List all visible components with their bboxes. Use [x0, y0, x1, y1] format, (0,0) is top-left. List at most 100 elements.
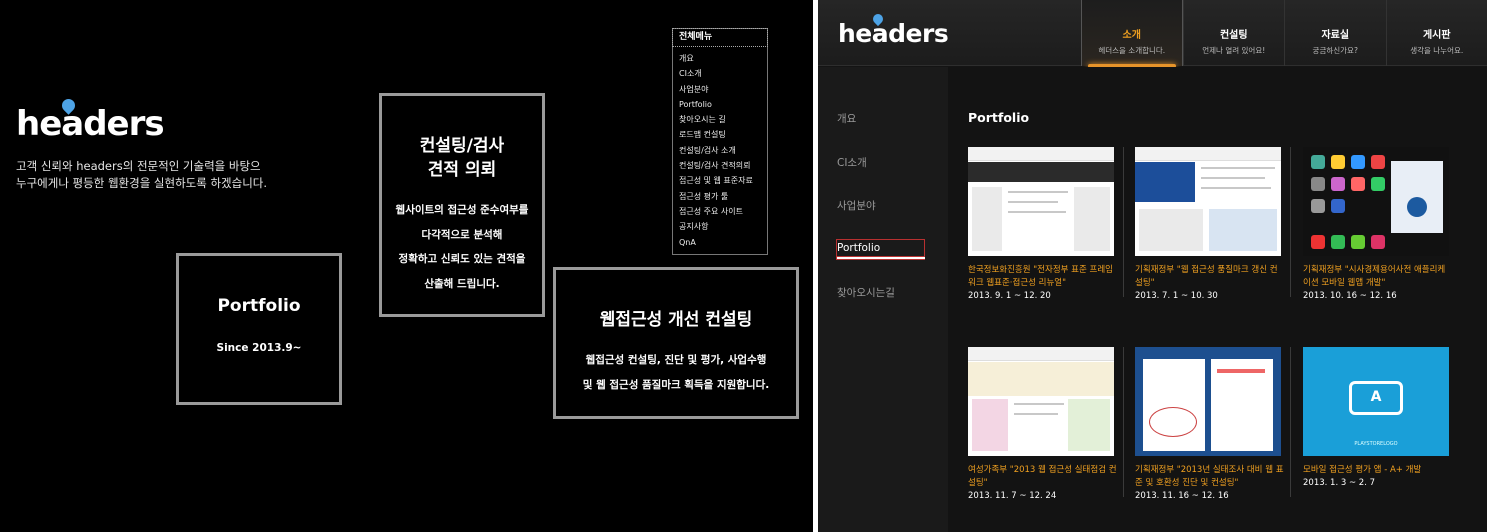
portfolio-box-body: Since 2013.9~ [216, 342, 302, 354]
all-menu-item[interactable]: 개요 [679, 51, 767, 66]
all-menu-item[interactable]: 컨설팅/검사 소개 [679, 143, 767, 158]
thumb-decoration [1201, 167, 1275, 169]
nav-label: 소개 [1122, 30, 1141, 41]
estimate-title-line: 컨설팅/검사 [419, 136, 505, 156]
portfolio-item[interactable]: 한국정보화진흥원 "전자정부 표준 프레임워크 웹표준·접근성 리뉴얼" 201… [968, 147, 1118, 303]
company-description: 고객 신뢰와 headers의 전문적인 기술력을 바탕으 누구에게나 평등한 … [16, 158, 336, 192]
thumb-decoration [1008, 211, 1066, 213]
app-icon [1311, 155, 1325, 169]
estimate-request-box[interactable]: 컨설팅/검사 견적 의뢰 웹사이트의 접근성 준수여부를 다각적으로 분석해 정… [379, 93, 545, 317]
all-menu-title: 전체메뉴 [672, 28, 768, 47]
all-menu-item[interactable]: 접근성 및 웹 표준자료 [679, 173, 767, 188]
portfolio-caption[interactable]: 기획재정부 "2013년 실태조사 대비 웹 표준 및 호환성 진단 및 컨설팅… [1135, 464, 1285, 490]
portfolio-item[interactable]: 기획재정부 "웹 접근성 품질마크 갱신 컨설팅" 2013. 7. 1 ~ 1… [1135, 147, 1285, 303]
app-icon [1351, 177, 1365, 191]
portfolio-box-title: Portfolio [217, 296, 301, 316]
thumb-decoration [968, 162, 1114, 182]
all-menu-item[interactable]: 접근성 평가 툴 [679, 189, 767, 204]
portfolio-thumbnail[interactable] [968, 347, 1114, 456]
side-item-overview[interactable]: 개요 [837, 111, 856, 126]
thumb-decoration [968, 347, 1114, 361]
consult-box-body: 웹접근성 컨설팅, 진단 및 평가, 사업수행 및 웹 접근성 품질마크 획득을… [556, 348, 796, 398]
portfolio-item[interactable]: 기획재정부 "2013년 실태조사 대비 웹 표준 및 호환성 진단 및 컨설팅… [1135, 347, 1285, 503]
thumb-decoration [1068, 399, 1110, 451]
all-menu-item[interactable]: 공지사항 [679, 219, 767, 234]
thumb-decoration [968, 362, 1114, 396]
thumb-decoration [1209, 209, 1277, 251]
thumb-decoration [1217, 369, 1265, 373]
nav-item-board[interactable]: 게시판 생각을 나누어요. [1385, 0, 1487, 66]
side-item-ci[interactable]: CI소개 [837, 155, 867, 170]
side-item-directions[interactable]: 찾아오시는길 [837, 285, 895, 300]
side-active-underline [837, 256, 925, 259]
all-menu-panel: 전체메뉴 개요 CI소개 사업분야 Portfolio 찾아오시는 길 로드맵 … [672, 28, 768, 255]
app-icon [1351, 155, 1365, 169]
all-menu-item[interactable]: CI소개 [679, 66, 767, 81]
thumb-decoration [1008, 191, 1068, 193]
portfolio-caption[interactable]: 한국정보화진흥원 "전자정부 표준 프레임워크 웹표준·접근성 리뉴얼" [968, 264, 1118, 290]
logo-text-post: ders [83, 104, 164, 144]
all-menu-item[interactable]: Portfolio [679, 97, 767, 112]
portfolio-caption[interactable]: 모바일 접근성 평가 앱 - A+ 개발 [1303, 464, 1453, 477]
portfolio-item[interactable]: 기획재정부 "시사경제용어사전 애플리케이션 모바일 웹앱 개발" 2013. … [1303, 147, 1453, 303]
estimate-title-line: 견적 의뢰 [427, 160, 497, 180]
portfolio-date: 2013. 11. 16 ~ 12. 16 [1135, 491, 1229, 501]
portfolio-caption[interactable]: 여성가족부 "2013 웹 접근성 실태점검 컨설팅" [968, 464, 1118, 490]
app-icon [1371, 235, 1385, 249]
nav-sublabel: 궁금하신가요? [1312, 46, 1358, 55]
headers-logo[interactable]: he aders [16, 96, 165, 144]
side-item-portfolio[interactable]: Portfolio [836, 239, 925, 260]
thumb-decoration [1135, 162, 1195, 202]
app-icon [1331, 199, 1345, 213]
portfolio-item[interactable]: A PLAYSTORELOGO 모바일 접근성 평가 앱 - A+ 개발 201… [1303, 347, 1453, 490]
all-menu-item[interactable]: 사업분야 [679, 82, 767, 97]
page-title: Portfolio [968, 110, 1030, 125]
report-page [1143, 359, 1205, 451]
app-icon [1371, 177, 1385, 191]
consult-body-line: 웹접근성 컨설팅, 진단 및 평가, 사업수행 [585, 354, 767, 366]
nav-item-about[interactable]: 소개 헤더스을 소개합니다. [1081, 0, 1183, 68]
portfolio-thumbnail[interactable] [968, 147, 1114, 256]
portfolio-thumbnail[interactable] [1135, 147, 1281, 256]
portfolio-caption[interactable]: 기획재정부 "시사경제용어사전 애플리케이션 모바일 웹앱 개발" [1303, 264, 1453, 290]
thumb-decoration [968, 147, 1114, 161]
thumb-decoration [1201, 187, 1271, 189]
app-icon [1331, 235, 1345, 249]
all-menu-item[interactable]: QnA [679, 235, 767, 250]
portfolio-date: 2013. 11. 7 ~ 12. 24 [968, 491, 1057, 501]
thumb-decoration [1149, 407, 1197, 437]
estimate-box-title: 컨설팅/검사 견적 의뢰 [382, 134, 542, 182]
portfolio-thumbnail[interactable]: A PLAYSTORELOGO [1303, 347, 1449, 456]
portfolio-date: 2013. 1. 3 ~ 2. 7 [1303, 478, 1376, 488]
portfolio-box[interactable]: Portfolio Since 2013.9~ [176, 253, 342, 405]
accessibility-consulting-box[interactable]: 웹접근성 개선 컨설팅 웹접근성 컨설팅, 진단 및 평가, 사업수행 및 웹 … [553, 267, 799, 419]
estimate-body-line: 산출해 드립니다. [424, 277, 500, 290]
logo-text-pre: he [838, 19, 872, 48]
portfolio-date: 2013. 9. 1 ~ 12. 20 [968, 291, 1051, 301]
logo-text-post: ders [888, 19, 949, 48]
all-menu-item[interactable]: 찾아오시는 길 [679, 112, 767, 127]
main-nav: 소개 헤더스을 소개합니다. 컨설팅 언제나 열려 있어요! 자료실 궁금하신가… [1081, 0, 1487, 68]
a-plus-badge-icon: A [1349, 381, 1403, 415]
nav-label: 자료실 [1321, 30, 1350, 41]
all-menu-item[interactable]: 로드맵 컨설팅 [679, 127, 767, 142]
column-separator [1290, 347, 1291, 497]
app-icon [1331, 155, 1345, 169]
side-item-business[interactable]: 사업분야 [837, 198, 876, 213]
portfolio-thumbnail[interactable] [1135, 347, 1281, 456]
thumb-decoration [1201, 177, 1265, 179]
thumb-decoration [972, 187, 1002, 251]
estimate-box-body: 웹사이트의 접근성 준수여부를 다각적으로 분석해 정확하고 신뢰도 있는 견적… [382, 198, 542, 296]
all-menu-item[interactable]: 컨설팅/검사 견적의뢰 [679, 158, 767, 173]
nav-item-consulting[interactable]: 컨설팅 언제나 열려 있어요! [1182, 0, 1285, 66]
description-line: 고객 신뢰와 headers의 전문적인 기술력을 바탕으 [16, 159, 261, 173]
all-menu-item[interactable]: 접근성 주요 사이트 [679, 204, 767, 219]
headers-logo[interactable]: he aders [838, 11, 949, 50]
nav-item-resources[interactable]: 자료실 궁금하신가요? [1284, 0, 1386, 66]
portfolio-caption[interactable]: 기획재정부 "웹 접근성 품질마크 갱신 컨설팅" [1135, 264, 1285, 290]
thumb-decoration [972, 399, 1008, 451]
thumb-decoration [1139, 209, 1203, 251]
portfolio-thumbnail[interactable] [1303, 147, 1449, 256]
portfolio-item[interactable]: 여성가족부 "2013 웹 접근성 실태점검 컨설팅" 2013. 11. 7 … [968, 347, 1118, 503]
app-icon [1311, 199, 1325, 213]
